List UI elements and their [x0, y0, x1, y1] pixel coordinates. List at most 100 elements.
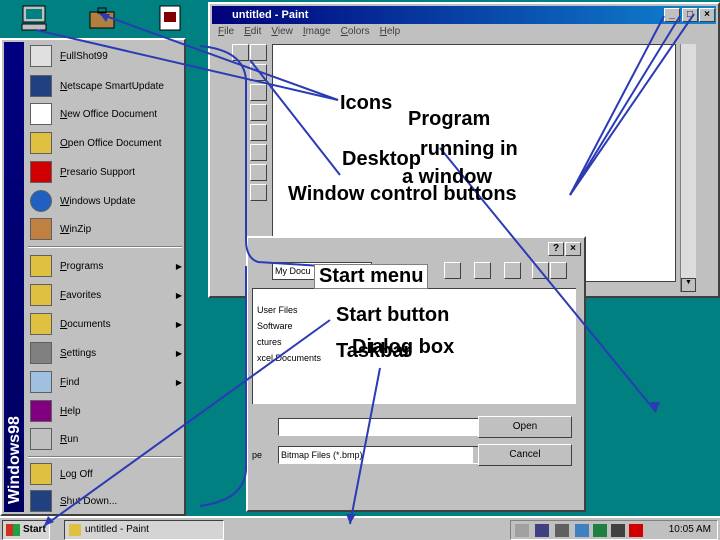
file-item[interactable]: Software	[257, 321, 293, 331]
windows98-banner-text: Windows98	[6, 416, 23, 504]
menu-image[interactable]: Image	[303, 26, 331, 42]
menu-item-label: Documents	[60, 318, 111, 330]
menu-item-settings[interactable]: Settings ▶	[26, 339, 186, 367]
menu-item-favorites[interactable]: Favorites ▶	[26, 281, 186, 309]
tool-magnify[interactable]	[250, 84, 267, 101]
menu-item-label: Open Office Document	[60, 137, 162, 149]
menu-item-fullshot[interactable]: FullShot99	[26, 42, 186, 70]
menu-item-label: Windows Update	[60, 195, 136, 207]
menu-item-label: Favorites	[60, 289, 102, 301]
tool-select[interactable]	[250, 44, 267, 61]
dialog-help-button[interactable]: ?	[548, 242, 564, 256]
my-documents-icon[interactable]	[154, 2, 186, 34]
menu-item-help[interactable]: Help	[26, 397, 186, 425]
paint-titlebar[interactable]: untitled - Paint _ □ ×	[212, 6, 716, 24]
submenu-arrow-icon: ▶	[175, 348, 182, 358]
tray-icon-7[interactable]	[629, 524, 643, 537]
menu-item-label: New Office Document	[60, 108, 158, 120]
menu-separator	[28, 456, 182, 458]
help-book-icon	[30, 400, 52, 422]
menu-file[interactable]: File	[218, 26, 234, 42]
close-button[interactable]: ×	[699, 8, 715, 22]
clock[interactable]: 10:05 AM	[669, 524, 711, 535]
tool-rect[interactable]	[250, 164, 267, 181]
dialog-list-view-icon[interactable]	[532, 262, 549, 279]
arrowhead	[650, 402, 660, 412]
start-menu-brace-lower	[199, 266, 247, 507]
menu-colors[interactable]: Colors	[341, 26, 370, 42]
menu-item-winzip[interactable]: WinZip	[26, 215, 186, 243]
maximize-button[interactable]: □	[682, 8, 698, 22]
start-button[interactable]: Start	[2, 520, 50, 540]
start-menu-banner: Windows98	[4, 42, 24, 512]
menu-item-new-office[interactable]: New Office Document	[26, 100, 186, 128]
shut-down-icon	[30, 490, 52, 512]
tool-ellipse[interactable]	[250, 184, 267, 201]
open-folder-icon	[30, 132, 52, 154]
tray-icon-2[interactable]	[535, 524, 549, 537]
scroll-down-arrow[interactable]: ▼	[681, 278, 696, 292]
file-type-value: Bitmap Files (*.bmp)	[281, 450, 363, 460]
dialog-desktop-icon[interactable]	[474, 262, 491, 279]
tray-icon-5[interactable]	[593, 524, 607, 537]
menu-view[interactable]: View	[271, 26, 293, 42]
annotation-icons: Icons	[340, 92, 393, 114]
dialog-titlebar[interactable]: ? ×	[250, 240, 582, 258]
dialog-up-folder-icon[interactable]	[444, 262, 461, 279]
tray-icon-3[interactable]	[555, 524, 569, 537]
menu-item-shut-down[interactable]: Shut Down...	[26, 487, 186, 515]
annotation-running-in: running in	[420, 138, 518, 160]
menu-item-run[interactable]: Run	[26, 425, 186, 453]
tool-text[interactable]	[250, 124, 267, 141]
annotation-start-button: Start button	[336, 304, 450, 326]
tool-brush[interactable]	[250, 104, 267, 121]
file-type-select[interactable]: Bitmap Files (*.bmp) ▼	[278, 446, 488, 464]
tray-icon-1[interactable]	[515, 524, 529, 537]
menu-item-programs[interactable]: Programs ▶	[26, 252, 186, 280]
menu-item-open-office[interactable]: Open Office Document	[26, 129, 186, 157]
dialog-new-folder-icon[interactable]	[504, 262, 521, 279]
file-name-input[interactable]	[278, 418, 488, 436]
find-icon	[30, 371, 52, 393]
menu-item-label: Netscape SmartUpdate	[60, 80, 164, 92]
menu-item-presario[interactable]: Presario Support	[26, 158, 186, 186]
dialog-details-view-icon[interactable]	[550, 262, 567, 279]
vertical-scrollbar[interactable]: ▼	[680, 44, 696, 292]
settings-icon	[30, 342, 52, 364]
tray-icon-4[interactable]	[575, 524, 589, 537]
documents-icon	[30, 313, 52, 335]
dialog-close-button[interactable]: ×	[565, 242, 581, 256]
cancel-button[interactable]: Cancel	[478, 444, 572, 466]
globe-icon	[30, 190, 52, 212]
paint-title: untitled - Paint	[232, 9, 309, 21]
menu-item-windows-update[interactable]: Windows Update	[26, 187, 186, 215]
menu-item-log-off[interactable]: Log Off	[26, 460, 186, 488]
tool-curve[interactable]	[250, 144, 267, 161]
menu-item-find[interactable]: Find ▶	[26, 368, 186, 396]
my-computer-icon[interactable]	[18, 2, 50, 34]
menu-help[interactable]: Help	[380, 26, 401, 42]
tool-eraser[interactable]	[250, 64, 267, 81]
task-button-paint[interactable]: untitled - Paint	[64, 520, 224, 540]
key-icon	[30, 463, 52, 485]
menu-separator	[28, 246, 182, 248]
paint-menubar: File Edit View Image Colors Help	[214, 26, 400, 42]
windows-logo-icon	[6, 524, 20, 536]
tray-icon-6[interactable]	[611, 524, 625, 537]
taskbar[interactable]: Start untitled - Paint 10:05 AM	[0, 516, 720, 540]
annotation-start-menu: Start menu	[314, 264, 429, 289]
my-briefcase-icon[interactable]	[86, 2, 118, 34]
menu-item-label: Run	[60, 433, 79, 445]
open-button[interactable]: Open	[478, 416, 572, 438]
menu-item-netscape[interactable]: Netscape SmartUpdate	[26, 72, 186, 100]
file-item[interactable]: User Files	[257, 305, 298, 315]
menu-item-label: Help	[60, 405, 81, 417]
start-menu[interactable]: Windows98 FullShot99 Netscape SmartUpdat…	[0, 38, 186, 516]
menu-item-documents[interactable]: Documents ▶	[26, 310, 186, 338]
minimize-button[interactable]: _	[664, 8, 680, 22]
annotation-program: Program	[408, 108, 491, 130]
file-item[interactable]: ctures	[257, 337, 282, 347]
menu-edit[interactable]: Edit	[244, 26, 261, 42]
tool-free-select[interactable]	[232, 44, 249, 61]
file-item[interactable]: xcel Documents	[257, 353, 321, 363]
